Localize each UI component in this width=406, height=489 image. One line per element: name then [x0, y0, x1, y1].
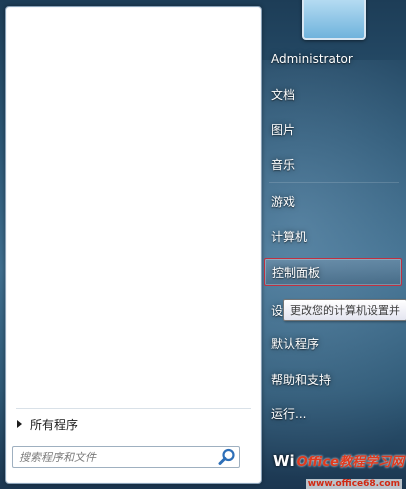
tooltip: 更改您的计算机设置并: [283, 299, 406, 321]
menu-item-pictures[interactable]: 图片: [263, 114, 406, 144]
search-box[interactable]: [12, 446, 240, 468]
menu-item-default-programs[interactable]: 默认程序: [263, 328, 406, 358]
all-programs-button[interactable]: 所有程序: [14, 413, 250, 435]
programs-list: [6, 7, 261, 407]
menu-item-documents[interactable]: 文档: [263, 79, 406, 109]
divider: [269, 182, 399, 183]
user-name[interactable]: Administrator: [263, 44, 406, 74]
search-icon[interactable]: [218, 448, 236, 466]
watermark: Wi Office教程学习网: [272, 452, 404, 470]
menu-item-control-panel[interactable]: 控制面板: [264, 258, 402, 286]
right-arrow-icon: [17, 420, 22, 428]
search-input[interactable]: [13, 447, 218, 467]
divider: [16, 408, 251, 409]
watermark-url: www.office68.com: [305, 479, 402, 489]
menu-item-music[interactable]: 音乐: [263, 149, 406, 179]
start-menu-right-pane: Administrator 文档 图片 音乐 游戏 计算机 控制面板 设 默认程…: [263, 0, 406, 489]
menu-item-games[interactable]: 游戏: [263, 186, 406, 216]
menu-item-run[interactable]: 运行...: [263, 398, 406, 428]
start-menu-left-pane: 所有程序: [5, 6, 262, 484]
all-programs-label: 所有程序: [30, 417, 79, 432]
menu-item-computer[interactable]: 计算机: [263, 221, 406, 251]
menu-item-help[interactable]: 帮助和支持: [263, 364, 406, 394]
